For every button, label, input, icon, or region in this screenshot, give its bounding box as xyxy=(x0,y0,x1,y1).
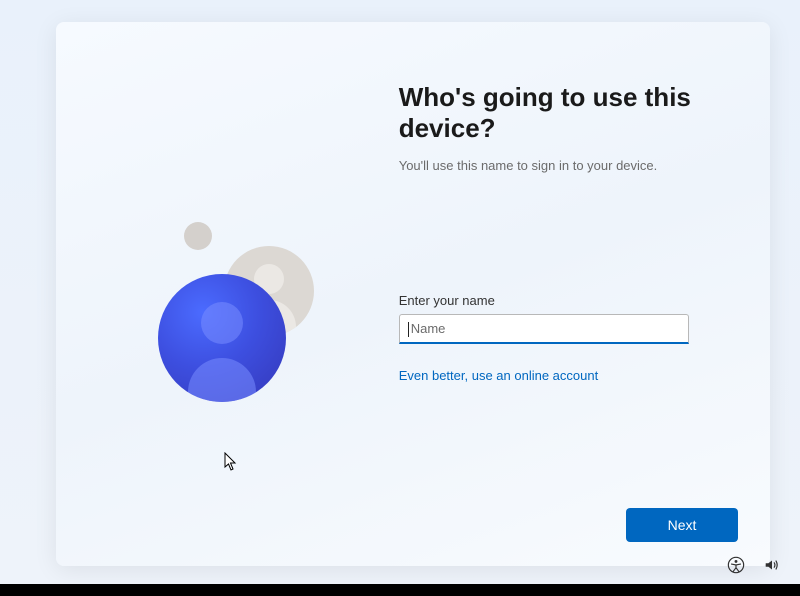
form-pane: Who's going to use this device? You'll u… xyxy=(399,22,770,566)
illustration-pane xyxy=(56,22,399,566)
next-button[interactable]: Next xyxy=(626,508,738,542)
volume-icon[interactable] xyxy=(762,555,782,575)
online-account-link[interactable]: Even better, use an online account xyxy=(399,368,598,383)
avatar-blue-icon xyxy=(158,274,286,402)
name-field-label: Enter your name xyxy=(399,293,710,308)
page-subtitle: You'll use this name to sign in to your … xyxy=(399,158,710,173)
page-title: Who's going to use this device? xyxy=(399,82,710,144)
bottom-bar xyxy=(0,584,800,596)
avatar-dot-icon xyxy=(184,222,212,250)
setup-card: Who's going to use this device? You'll u… xyxy=(56,22,770,566)
name-input[interactable]: Name xyxy=(399,314,689,344)
taskbar xyxy=(726,550,782,580)
accessibility-icon[interactable] xyxy=(726,555,746,575)
name-input-placeholder: Name xyxy=(411,321,446,336)
